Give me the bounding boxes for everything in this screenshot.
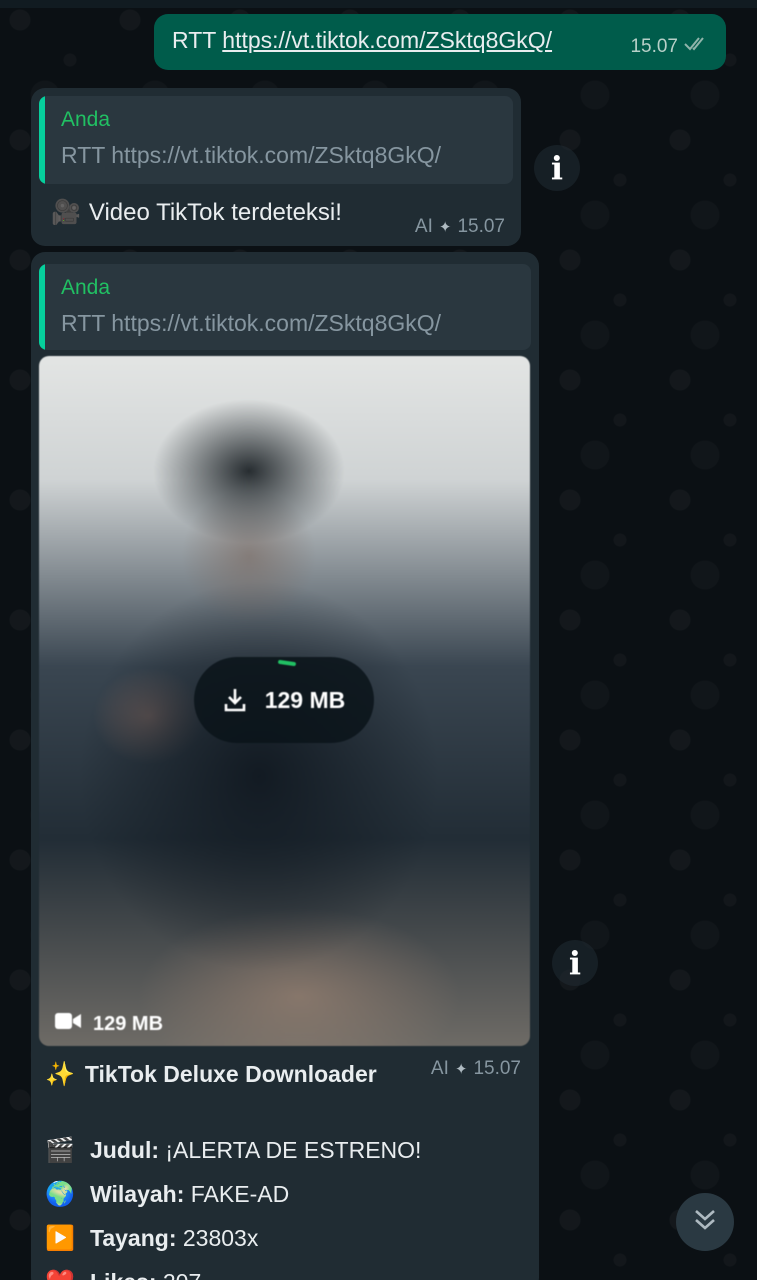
video-camera-emoji: 🎥 [51, 199, 81, 226]
download-size: 129 MB [264, 686, 346, 713]
outgoing-message[interactable]: RTT https://vt.tiktok.com/ZSktq8GkQ/ 15.… [154, 14, 726, 70]
video-footer: 129 MB [55, 1012, 163, 1036]
scroll-to-bottom-button[interactable] [676, 1193, 734, 1251]
double-chevron-down-icon [693, 1207, 717, 1238]
quote-author: Anda [61, 108, 111, 131]
message-time: 15.07 [473, 1058, 521, 1079]
double-check-icon [684, 36, 710, 58]
incoming-message-2[interactable]: Anda RTT https://vt.tiktok.com/ZSktq8GkQ… [31, 252, 539, 1280]
ai-label: AI [414, 216, 433, 237]
top-bar-edge [0, 0, 757, 8]
sparkles-emoji: ✨ [45, 1061, 75, 1088]
video-camera-icon [55, 1012, 81, 1036]
info-line-likes: ❤️ Likes: 207 [45, 1268, 201, 1280]
globe-emoji: 🌍 [45, 1181, 75, 1208]
info-line-title: 🎬 Judul: ¡ALERTA DE ESTRENO! [45, 1136, 421, 1165]
info-value: 207 [163, 1269, 201, 1280]
download-icon [223, 687, 247, 713]
play-emoji: ▶️ [45, 1225, 75, 1252]
info-label: Tayang: [90, 1225, 177, 1251]
caption-title: ✨ TikTok Deluxe Downloader [45, 1060, 377, 1089]
video-thumbnail[interactable]: 129 MB 129 MB [39, 356, 530, 1046]
quote-author: Anda [61, 276, 111, 299]
message-body: Video TikTok terdeteksi! [88, 199, 342, 226]
info-label: Likes: [90, 1269, 156, 1280]
quote-text: RTT https://vt.tiktok.com/ZSktq8GkQ/ [61, 310, 442, 336]
info-icon[interactable]: i [534, 145, 580, 191]
ai-label: AI [430, 1058, 449, 1079]
clapper-emoji: 🎬 [45, 1137, 75, 1164]
info-icon[interactable]: i [552, 940, 598, 986]
info-value: FAKE-AD [190, 1181, 290, 1207]
message-text: 🎥 Video TikTok terdeteksi! [51, 198, 342, 227]
message-time: 15.07 [457, 216, 505, 237]
download-progress-indicator [277, 659, 297, 667]
info-label: Judul: [90, 1137, 159, 1163]
info-value: 23803x [182, 1225, 259, 1251]
outgoing-time: 15.07 [630, 36, 678, 57]
message-meta: AI ✦ 15.07 [415, 216, 505, 238]
sparkle-icon: ✦ [438, 219, 452, 236]
info-label: Wilayah: [90, 1181, 185, 1207]
quoted-message[interactable]: Anda RTT https://vt.tiktok.com/ZSktq8GkQ… [39, 264, 531, 350]
quoted-message[interactable]: Anda RTT https://vt.tiktok.com/ZSktq8GkQ… [39, 96, 513, 184]
info-line-region: 🌍 Wilayah: FAKE-AD [45, 1180, 289, 1209]
info-line-views: ▶️ Tayang: 23803x [45, 1224, 258, 1253]
heart-emoji: ❤️ [45, 1268, 81, 1280]
outgoing-prefix: RTT [172, 27, 216, 53]
outgoing-link[interactable]: https://vt.tiktok.com/ZSktq8GkQ/ [222, 27, 552, 53]
download-button[interactable]: 129 MB [194, 657, 374, 743]
message-meta: AI ✦ 15.07 [431, 1058, 521, 1080]
video-size: 129 MB [93, 1012, 164, 1035]
info-value: ¡ALERTA DE ESTRENO! [165, 1137, 422, 1163]
caption-title-text: TikTok Deluxe Downloader [84, 1061, 377, 1087]
outgoing-meta: 15.07 [630, 36, 710, 58]
incoming-message-1[interactable]: Anda RTT https://vt.tiktok.com/ZSktq8GkQ… [31, 88, 521, 246]
quote-text: RTT https://vt.tiktok.com/ZSktq8GkQ/ [61, 142, 442, 168]
sparkle-icon: ✦ [454, 1061, 468, 1078]
